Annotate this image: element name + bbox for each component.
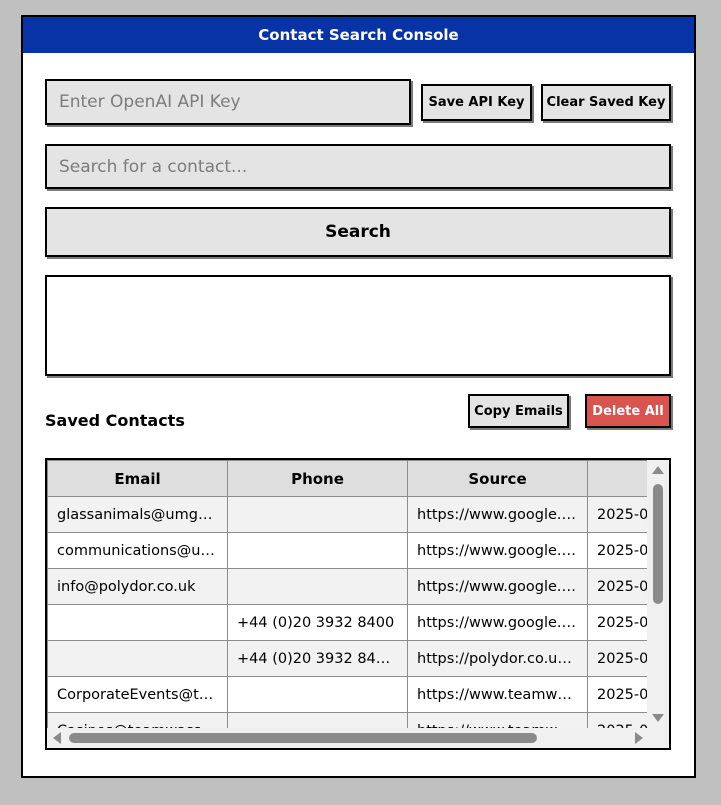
cell-phone: +44 (0)20 3932 8400: [227, 604, 408, 641]
cell-email: info@polydor.co.uk: [47, 568, 228, 605]
vertical-scroll-thumb[interactable]: [653, 484, 663, 604]
column-header-email: Email: [47, 460, 228, 497]
cell-phone: +44 (0)20 3932 8400 4: [227, 640, 408, 677]
cell-email: [47, 640, 228, 677]
table-row[interactable]: glassanimals@umgstores.com https://www.go…: [47, 496, 649, 533]
cell-time: 2025-05: [587, 712, 649, 728]
scroll-up-arrow-icon[interactable]: [652, 466, 664, 474]
horizontal-scroll-thumb[interactable]: [69, 733, 537, 743]
scroll-down-arrow-icon[interactable]: [652, 714, 664, 722]
table-row[interactable]: Casinos@teamwass.com https://www.teamwass…: [47, 712, 649, 728]
saved-contacts-title: Saved Contacts: [45, 411, 185, 430]
horizontal-scrollbar[interactable]: [47, 728, 649, 748]
cell-source: https://www.teamwass.com: [407, 712, 588, 728]
cell-source: https://www.teamwass.com: [407, 676, 588, 713]
cell-email: communications@universalmusic.com: [47, 532, 228, 569]
contact-search-input[interactable]: [45, 144, 671, 189]
cell-source: https://www.google.com/search: [407, 532, 588, 569]
cell-email: CorporateEvents@teamwass.com: [47, 676, 228, 713]
table-row[interactable]: CorporateEvents@teamwass.com https://www.…: [47, 676, 649, 713]
cell-time: 2025-05: [587, 532, 649, 569]
cell-email: Casinos@teamwass.com: [47, 712, 228, 728]
table-row[interactable]: info@polydor.co.uk https://www.google.com…: [47, 568, 649, 605]
search-button[interactable]: Search: [45, 207, 671, 257]
cell-phone: [227, 568, 408, 605]
column-header-source: Source: [407, 460, 588, 497]
clear-saved-key-button[interactable]: Clear Saved Key: [541, 84, 671, 121]
cell-time: 2025-05: [587, 568, 649, 605]
table-row[interactable]: communications@universalmusic.com https:/…: [47, 532, 649, 569]
cell-source: https://www.google.com/search: [407, 604, 588, 641]
api-key-input[interactable]: [45, 79, 411, 125]
cell-source: https://polydor.co.uk/contact: [407, 640, 588, 677]
table-row[interactable]: +44 (0)20 3932 8400 4 https://polydor.co.…: [47, 640, 649, 677]
table-row[interactable]: +44 (0)20 3932 8400 https://www.google.co…: [47, 604, 649, 641]
scroll-right-arrow-icon[interactable]: [635, 732, 643, 744]
cell-time: 2025-05: [587, 496, 649, 533]
table-header-row: EmailPhoneSourceTime: [47, 460, 649, 497]
delete-all-button[interactable]: Delete All: [585, 394, 671, 428]
cell-source: https://www.google.com/search: [407, 496, 588, 533]
window-title: Contact Search Console: [23, 17, 694, 53]
copy-emails-button[interactable]: Copy Emails: [468, 394, 569, 428]
saved-contacts-table: EmailPhoneSourceTime glassanimals@umgsto…: [45, 458, 671, 750]
column-header-time: Time: [587, 460, 649, 497]
scroll-left-arrow-icon[interactable]: [53, 732, 61, 744]
cell-phone: [227, 676, 408, 713]
cell-phone: [227, 712, 408, 728]
contact-search-window: Contact Search Console Save API Key Clea…: [21, 15, 696, 778]
cell-phone: [227, 496, 408, 533]
cell-source: https://www.google.com/search: [407, 568, 588, 605]
save-api-key-button[interactable]: Save API Key: [421, 84, 532, 121]
cell-email: glassanimals@umgstores.com: [47, 496, 228, 533]
cell-email: [47, 604, 228, 641]
scrollbar-corner: [647, 728, 669, 748]
cell-time: 2025-05: [587, 676, 649, 713]
column-header-phone: Phone: [227, 460, 408, 497]
cell-time: 2025-05: [587, 604, 649, 641]
vertical-scrollbar[interactable]: [647, 460, 669, 728]
cell-time: 2025-05: [587, 640, 649, 677]
search-results-box: [45, 275, 671, 376]
table-viewport: EmailPhoneSourceTime glassanimals@umgsto…: [47, 460, 649, 728]
cell-phone: [227, 532, 408, 569]
